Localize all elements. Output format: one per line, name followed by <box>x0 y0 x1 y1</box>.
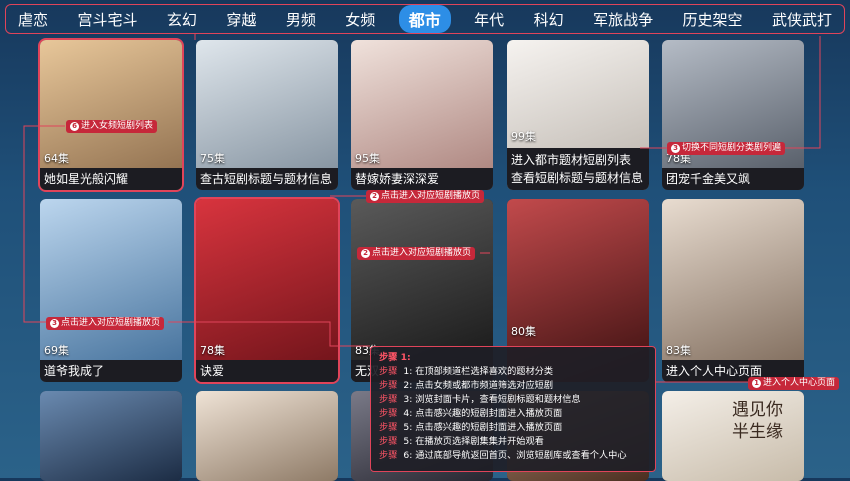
card-title: 诀爱 <box>196 360 338 382</box>
tab-lishi[interactable]: 历史架空 <box>677 7 749 32</box>
drama-card[interactable]: 83集 进入个人中心页面 <box>662 199 804 382</box>
episode-count: 75集 <box>200 152 225 165</box>
tab-xuanhuan[interactable]: 玄幻 <box>161 7 203 32</box>
step-item: 步骤 3: 浏览封面卡片，查看短剧标题和题材信息 <box>379 394 581 405</box>
annotation-tag: 2 点击进入对应短剧播放页 <box>357 247 476 260</box>
drama-card[interactable]: 78集 诀爱 <box>194 197 340 384</box>
tab-nuelian[interactable]: 虐恋 <box>12 7 54 32</box>
poster-image <box>40 391 182 481</box>
tab-junlv[interactable]: 军旅战争 <box>587 7 659 32</box>
card-title: 团宠千金美又飒 <box>662 168 804 190</box>
tab-nvpin[interactable]: 女频 <box>339 7 381 32</box>
tab-dushi[interactable]: 都市 <box>398 5 451 33</box>
card-title-line2: 查看短剧标题与题材信息 <box>511 171 644 185</box>
step-item: 步骤 1: 在顶部频道栏选择喜欢的题材分类 <box>379 366 554 377</box>
tab-niandai[interactable]: 年代 <box>468 7 510 32</box>
drama-card[interactable]: 64集 她如星光般闪耀 <box>38 38 184 192</box>
card-title: 她如星光般闪耀 <box>40 168 182 190</box>
tab-nanpin[interactable]: 男频 <box>280 7 322 32</box>
annotation-tag: 3 切换不同短剧分类剧列遍 <box>667 142 786 155</box>
category-nav: 虐恋 宫斗宅斗 玄幻 穿越 男频 女频 都市 年代 科幻 军旅战争 历史架空 武… <box>5 4 845 34</box>
drama-card[interactable] <box>196 391 338 481</box>
tab-gongdou[interactable]: 宫斗宅斗 <box>71 7 143 32</box>
annotation-tag: 3 点击进入对应短剧播放页 <box>46 317 165 330</box>
episode-count: 78集 <box>200 344 225 357</box>
episode-count: 95集 <box>355 152 380 165</box>
drama-card[interactable]: 95集 替嫁娇妻深深爱 <box>351 40 493 190</box>
steps-header: 步骤 1: <box>379 352 411 363</box>
drama-card[interactable]: 78集 团宠千金美又飒 <box>662 40 804 190</box>
episode-count: 64集 <box>44 152 69 165</box>
drama-card[interactable]: 69集 道爷我成了 <box>40 199 182 382</box>
annotation-tag: 1 进入个人中心页面 <box>748 377 840 390</box>
episode-count: 83集 <box>666 344 691 357</box>
annotation-tag: 6 进入女频短剧列表 <box>66 120 158 133</box>
step-item: 步骤 5: 点击感兴趣的短剧封面进入播放页面 <box>379 422 563 433</box>
tab-kehuan[interactable]: 科幻 <box>528 7 570 32</box>
card-title: 进入都市题材短剧列表 查看短剧标题与题材信息 <box>507 148 649 190</box>
episode-count: 69集 <box>44 344 69 357</box>
tab-chuanyue[interactable]: 穿越 <box>220 7 262 32</box>
step-item: 步骤 5: 在播放页选择剧集集并开始观看 <box>379 436 544 447</box>
episode-count: 80集 <box>511 325 536 338</box>
steps-panel: 步骤 1: 步骤 1: 在顶部频道栏选择喜欢的题材分类 步骤 2: 点击女频或都市频… <box>370 346 656 472</box>
card-title: 替嫁娇妻深深爱 <box>351 168 493 190</box>
annotation-tag: 2 点击进入对应短剧播放页 <box>366 190 485 203</box>
poster-image <box>196 391 338 481</box>
drama-card[interactable]: 遇见你半生缘 <box>662 391 804 481</box>
drama-card[interactable]: 75集 查古短剧标题与题材信息 <box>196 40 338 190</box>
tab-wuxia[interactable]: 武侠武打 <box>766 7 838 32</box>
card-title-line1: 进入都市题材短剧列表 <box>511 153 632 167</box>
drama-card[interactable] <box>40 391 182 481</box>
step-item: 步骤 4: 点击感兴趣的短剧封面进入播放页面 <box>379 408 563 419</box>
step-item: 步骤 6: 通过底部导航返回首页、浏览短剧库或查看个人中心 <box>379 450 627 461</box>
card-title: 道爷我成了 <box>40 360 182 382</box>
poster-title-text: 遇见你半生缘 <box>732 400 783 442</box>
card-title: 查古短剧标题与题材信息 <box>196 168 338 190</box>
step-item: 步骤 2: 点击女频或都市频道筛选对应短剧 <box>379 380 554 391</box>
episode-count: 99集 <box>511 130 536 143</box>
drama-card[interactable]: 99集 进入都市题材短剧列表 查看短剧标题与题材信息 <box>507 40 649 190</box>
